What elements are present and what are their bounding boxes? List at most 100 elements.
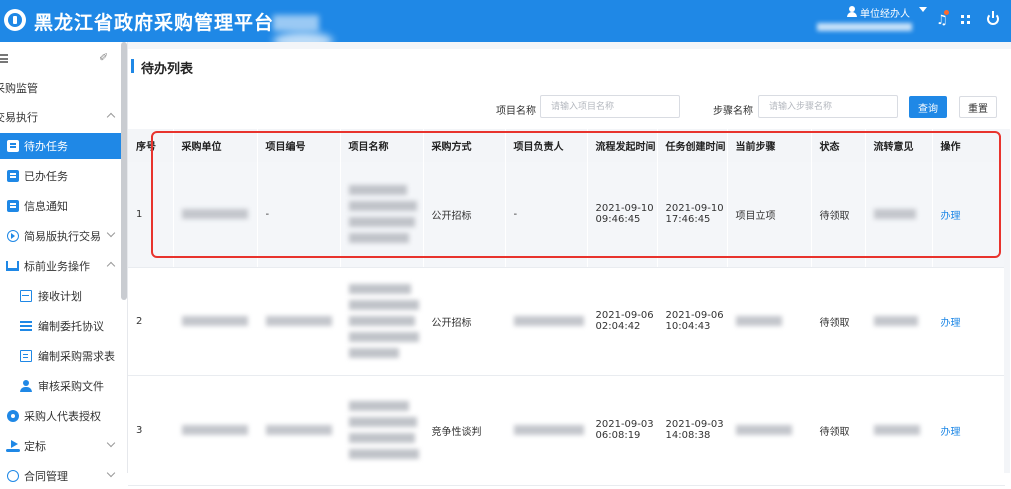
column-header: 状态 xyxy=(811,129,866,162)
query-button[interactable]: 查询 xyxy=(909,96,947,118)
task-create-time-cell: 2021-09-06 10:04:43 xyxy=(657,267,728,376)
action-cell: 办理 xyxy=(932,162,1005,268)
purchasing-unit-cell xyxy=(173,267,258,376)
table-row[interactable]: 1 - 公开招标 - 2021-09-10 09:46:45 2021-09-10… xyxy=(128,162,1005,268)
procurement-method-cell: 竞争性谈判 xyxy=(423,375,506,486)
project-code-cell xyxy=(257,267,341,376)
project-manager-cell xyxy=(505,267,588,376)
notice-icon xyxy=(7,200,19,212)
chevron-down-icon xyxy=(106,468,116,478)
redacted-region xyxy=(273,15,319,31)
table-row[interactable]: 3 竞争性谈判 2021-09-03 06:08:19 2021-09-03 14:… xyxy=(128,375,1005,486)
table-header-row: 序号 采购单位 项目编号 项目名称 采购方式 项目负责人 流程发起时间 任务创建… xyxy=(128,129,1005,162)
column-header: 操作 xyxy=(932,129,1005,162)
pin-icon[interactable]: ✐ xyxy=(99,51,108,64)
reviewer-icon xyxy=(20,380,32,392)
sidebar-item-notifications[interactable]: 信息通知 xyxy=(0,193,121,219)
title-accent-bar xyxy=(131,59,134,73)
document-icon xyxy=(20,350,32,362)
action-cell: 办理 xyxy=(932,267,1005,376)
notification-dot xyxy=(944,10,949,15)
award-icon xyxy=(6,440,20,452)
project-code-cell: - xyxy=(257,162,341,268)
table-scrollbar[interactable] xyxy=(1004,129,1010,473)
sidebar-item-contract-management[interactable]: 合同管理 xyxy=(0,463,121,489)
current-step-cell xyxy=(727,375,812,486)
project-code-cell xyxy=(257,375,341,486)
row-number: 2 xyxy=(128,267,174,376)
process-start-time-cell: 2021-09-03 06:08:19 xyxy=(587,375,658,486)
sidebar-item-review-documents[interactable]: 审核采购文件 xyxy=(0,373,121,399)
reset-button[interactable]: 重置 xyxy=(959,96,997,118)
sidebar-item-purchaser-authorization[interactable]: 采购人代表授权 xyxy=(0,403,121,429)
procurement-method-cell: 公开招标 xyxy=(423,267,506,376)
chevron-down-icon xyxy=(106,438,116,448)
column-header: 采购单位 xyxy=(173,129,258,162)
power-icon[interactable] xyxy=(987,11,999,25)
chevron-down-icon xyxy=(106,228,116,238)
project-name-cell xyxy=(340,162,424,268)
caret-down-icon[interactable] xyxy=(919,7,927,12)
logo-badge-icon xyxy=(4,9,26,31)
current-step-cell xyxy=(727,267,812,376)
sidebar: ✐ 采购监管 交易执行 待办任务 已办任务 信息通知 简易版执行交易 标前业务操… xyxy=(0,42,128,483)
sidebar-item-pending-tasks[interactable]: 待办任务 xyxy=(0,133,121,159)
user-name: 单位经办人 xyxy=(860,9,910,20)
sidebar-item-pre-bid-operations[interactable]: 标前业务操作 xyxy=(0,253,121,279)
project-name-cell xyxy=(340,267,424,376)
column-header: 采购方式 xyxy=(423,129,506,162)
menu-toggle-icon[interactable] xyxy=(0,54,8,63)
task-done-icon xyxy=(7,170,19,182)
sidebar-item-award[interactable]: 定标 xyxy=(0,433,121,459)
user-menu[interactable]: 单位经办人 xyxy=(815,2,935,40)
table-row[interactable]: 2 公开招标 2021-09-06 02:04:42 2021-09-06 10:0… xyxy=(128,267,1005,376)
handle-link[interactable]: 办理 xyxy=(941,211,961,222)
sidebar-item-completed-tasks[interactable]: 已办任务 xyxy=(0,163,121,189)
project-name-cell xyxy=(340,375,424,486)
sidebar-item-simple-execution[interactable]: 简易版执行交易 xyxy=(0,223,121,249)
chevron-up-icon xyxy=(106,261,116,271)
process-start-time-cell: 2021-09-10 09:46:45 xyxy=(587,162,658,268)
bell-icon[interactable]: ♫ xyxy=(936,14,948,28)
column-header: 序号 xyxy=(128,129,174,162)
sidebar-item-draft-agreement[interactable]: 编制委托协议 xyxy=(0,313,121,339)
chevron-up-icon xyxy=(106,112,116,122)
status-cell: 待领取 xyxy=(811,267,866,376)
sidebar-scrollbar[interactable] xyxy=(121,42,127,300)
gear-icon xyxy=(7,410,19,422)
top-bar: 黑龙江省政府采购管理平台 单位经办人 ♫ xyxy=(0,0,1011,50)
sidebar-item-draft-requirements[interactable]: 编制采购需求表 xyxy=(0,343,121,369)
step-name-input[interactable] xyxy=(758,95,898,118)
column-header: 项目负责人 xyxy=(505,129,588,162)
plan-icon xyxy=(20,290,32,302)
task-icon xyxy=(7,140,19,152)
sidebar-item-transaction-execution[interactable]: 交易执行 xyxy=(0,104,121,130)
purchasing-unit-cell xyxy=(173,375,258,486)
project-manager-cell xyxy=(505,375,588,486)
step-name-label: 步骤名称 xyxy=(713,106,753,117)
project-name-label: 项目名称 xyxy=(496,106,536,117)
grid-icon[interactable] xyxy=(961,15,970,24)
handle-link[interactable]: 办理 xyxy=(941,427,961,438)
process-start-time-cell: 2021-09-06 02:04:42 xyxy=(587,267,658,376)
task-create-time-cell: 2021-09-10 17:46:45 xyxy=(657,162,728,268)
column-header: 流转意见 xyxy=(865,129,933,162)
list-icon xyxy=(20,321,32,331)
project-name-input[interactable] xyxy=(540,95,680,118)
status-cell: 待领取 xyxy=(811,375,866,486)
column-header: 任务创建时间 xyxy=(657,129,728,162)
column-header: 项目名称 xyxy=(340,129,424,162)
handle-link[interactable]: 办理 xyxy=(941,318,961,329)
transfer-opinion-cell xyxy=(865,375,933,486)
contract-icon xyxy=(7,470,19,482)
project-manager-cell: - xyxy=(505,162,588,268)
redacted-region xyxy=(817,23,912,31)
sidebar-item-procurement-supervision[interactable]: 采购监管 xyxy=(0,75,121,101)
column-header: 流程发起时间 xyxy=(587,129,658,162)
app-title: 黑龙江省政府采购管理平台 xyxy=(34,12,275,34)
sidebar-item-receive-plan[interactable]: 接收计划 xyxy=(0,283,121,309)
column-header: 项目编号 xyxy=(257,129,341,162)
action-cell: 办理 xyxy=(932,375,1005,486)
transfer-opinion-cell xyxy=(865,162,933,268)
column-header: 当前步骤 xyxy=(727,129,812,162)
